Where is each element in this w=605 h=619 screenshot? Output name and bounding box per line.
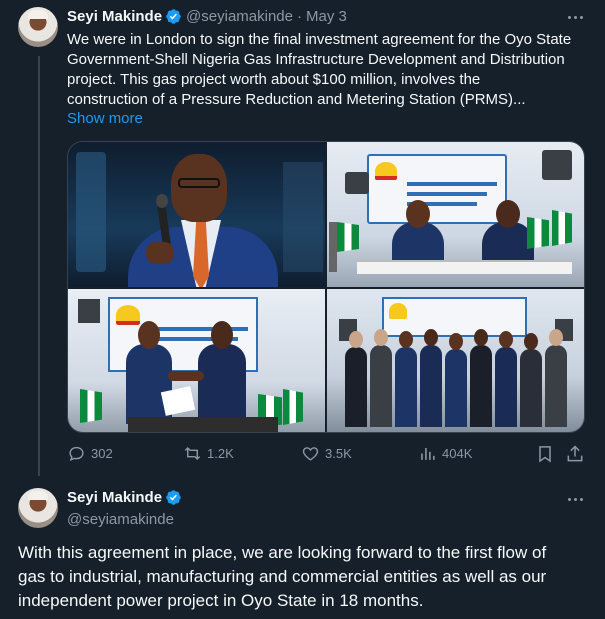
views-button[interactable]: 404K bbox=[418, 444, 472, 463]
tweet-header: Seyi Makinde @seyiamakinde · May 3 bbox=[67, 8, 347, 25]
like-button[interactable]: 3.5K bbox=[301, 444, 352, 463]
handle-row: @seyiamakinde bbox=[67, 511, 174, 528]
reply-count: 302 bbox=[91, 446, 113, 461]
tweet-2-text: With this agreement in place, we are loo… bbox=[18, 541, 588, 613]
reply-button[interactable]: 302 bbox=[67, 444, 113, 463]
header-separator: · bbox=[297, 8, 302, 25]
share-icon[interactable] bbox=[565, 444, 585, 464]
show-more-link[interactable]: Show more bbox=[67, 110, 143, 127]
author-name[interactable]: Seyi Makinde bbox=[67, 8, 162, 25]
reply-icon bbox=[69, 446, 84, 462]
verified-badge-icon bbox=[166, 490, 181, 505]
tweet-text: We were in London to sign the final inve… bbox=[67, 30, 592, 110]
author-handle[interactable]: @seyiamakinde bbox=[186, 8, 293, 25]
tweet-1[interactable]: Seyi Makinde @seyiamakinde · May 3 We we… bbox=[0, 0, 605, 480]
author-avatar[interactable] bbox=[18, 488, 58, 528]
speaker-photo[interactable] bbox=[68, 142, 325, 287]
group-photo[interactable] bbox=[327, 289, 584, 432]
views-count: 404K bbox=[442, 446, 473, 461]
thread-connector-line bbox=[38, 56, 40, 476]
repost-count: 1.2K bbox=[207, 446, 234, 461]
tweet-date[interactable]: May 3 bbox=[306, 8, 347, 25]
views-chart-icon bbox=[421, 447, 435, 460]
tweet-text-line: We were in London to sign the final inve… bbox=[67, 31, 572, 48]
author-avatar[interactable] bbox=[18, 7, 58, 47]
repost-icon bbox=[184, 446, 201, 461]
more-options-icon[interactable] bbox=[567, 490, 585, 508]
tweet-text-line: Government-Shell Nigeria Gas Infrastruct… bbox=[67, 51, 565, 68]
tweet-text-line: With this agreement in place, we are loo… bbox=[18, 543, 547, 562]
author-handle[interactable]: @seyiamakinde bbox=[67, 511, 174, 528]
handshake-photo[interactable] bbox=[68, 289, 325, 432]
like-count: 3.5K bbox=[325, 446, 352, 461]
tweet-text-line: independent power project in Oyo State i… bbox=[18, 591, 424, 610]
media-grid bbox=[67, 141, 585, 433]
tweet-action-bar: 302 1.2K 3.5K 404K bbox=[67, 444, 585, 466]
verified-badge-icon bbox=[166, 9, 181, 24]
author-name[interactable]: Seyi Makinde bbox=[67, 489, 162, 506]
heart-icon bbox=[302, 447, 319, 461]
signing-photo[interactable] bbox=[327, 142, 584, 287]
tweet-header: Seyi Makinde bbox=[67, 489, 182, 506]
more-options-icon[interactable] bbox=[567, 8, 585, 26]
tweet-text-line: gas to industrial, manufacturing and com… bbox=[18, 567, 547, 586]
tweet-text-line: construction of a Pressure Reduction and… bbox=[67, 91, 526, 108]
bookmark-icon[interactable] bbox=[535, 444, 555, 464]
tweet-text-line: project. This gas project worth about $1… bbox=[67, 71, 481, 88]
repost-button[interactable]: 1.2K bbox=[183, 444, 234, 463]
